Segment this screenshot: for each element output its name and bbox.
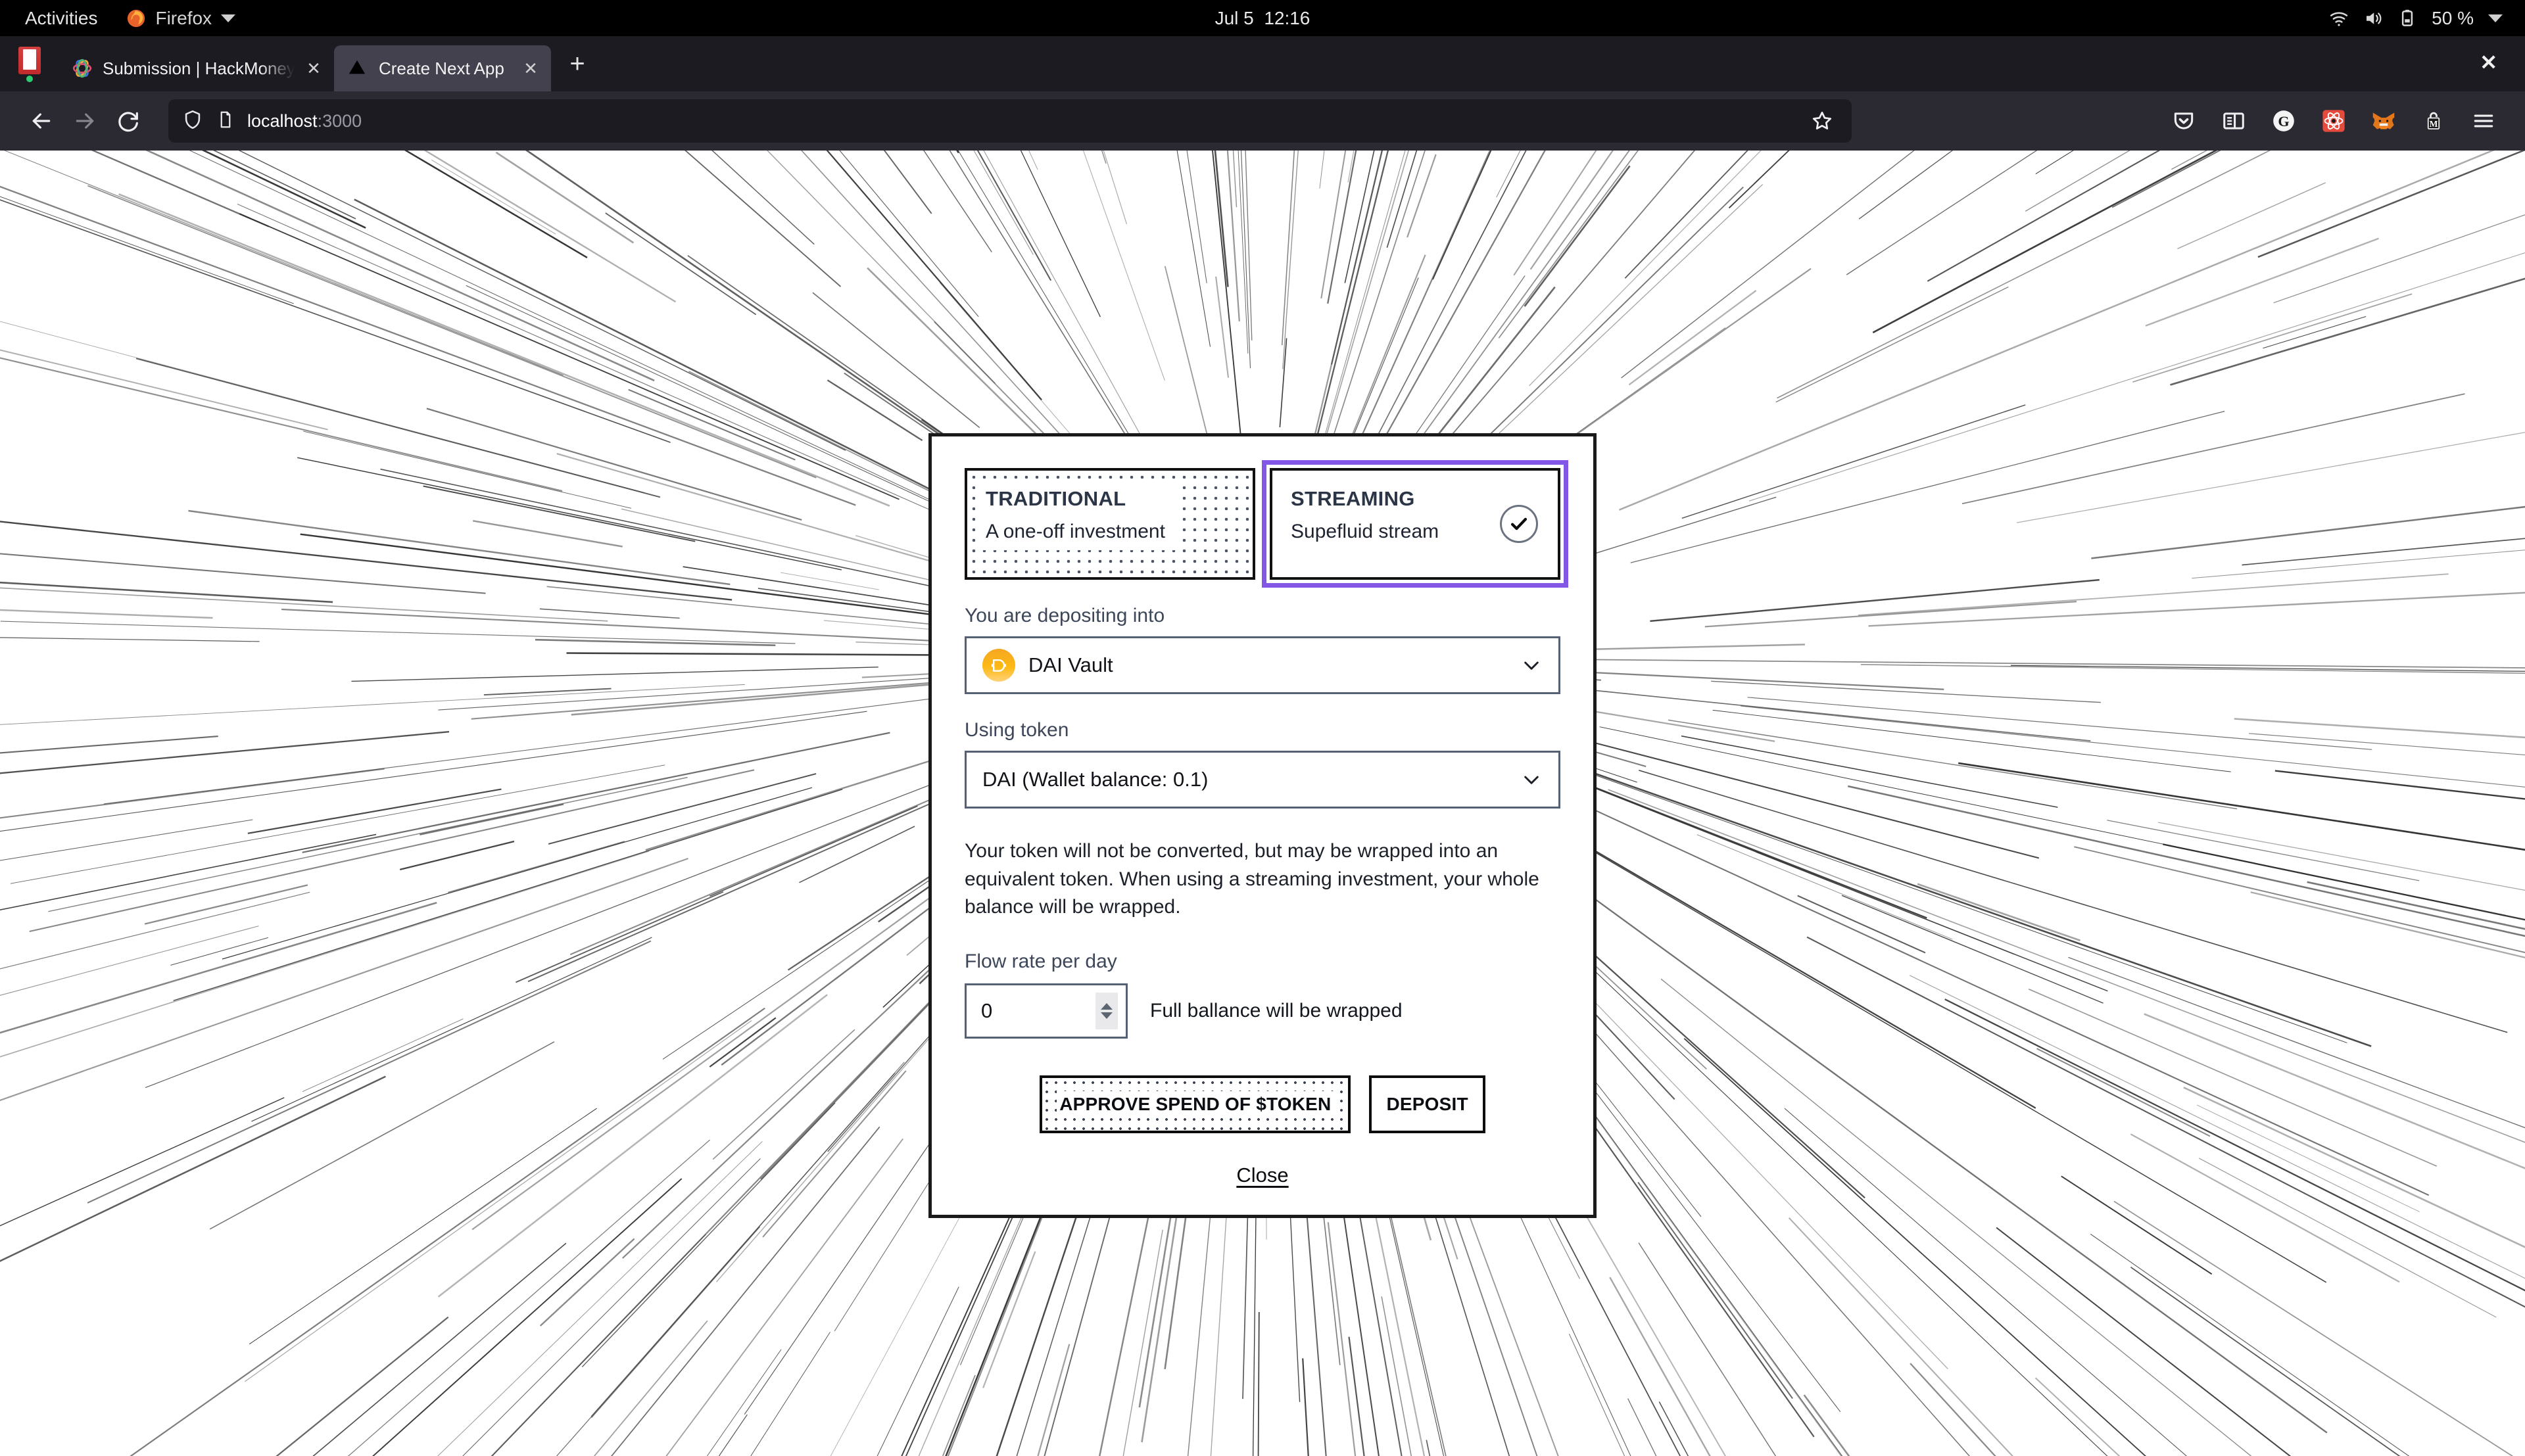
vercel-triangle-icon [347,57,370,80]
app-menu-label: Firefox [155,8,212,29]
svg-text:G: G [2278,113,2289,129]
tab-close-button[interactable]: ✕ [521,60,541,77]
svg-text:M: M [2430,119,2438,129]
shield-icon[interactable] [181,108,204,134]
firefox-window: Submission | HackMoney 2 ✕ Create Next A… [0,36,2525,1420]
deposit-modal: TRADITIONAL A one-off investment STREAMI… [928,433,1597,1218]
react-devtools-icon[interactable] [2317,105,2350,137]
ethglobal-icon [71,57,93,80]
system-top-bar: Activities Firefox Jul 5 12:16 [0,0,2525,36]
system-status-area[interactable]: 50 % [2329,0,2503,36]
back-button[interactable] [20,99,63,143]
sidebar-icon[interactable] [2217,105,2250,137]
url-text[interactable]: localhost:3000 [247,111,362,131]
pocket-icon[interactable] [2167,105,2200,137]
grammarly-icon[interactable]: G [2267,105,2300,137]
tab-close-button[interactable]: ✕ [304,60,324,77]
option-subtitle: Supefluid stream [1291,521,1439,542]
bookmark-star-icon[interactable] [1806,105,1839,137]
wrap-explanation-text: Your token will not be converted, but ma… [965,837,1560,922]
metamask-icon[interactable] [2367,105,2400,137]
flow-rate-hint: Full ballance will be wrapped [1150,1000,1403,1022]
tab-title: Submission | HackMoney 2 [103,59,295,79]
activities-button[interactable]: Activities [25,8,97,29]
investment-type-options: TRADITIONAL A one-off investment STREAMI… [965,468,1560,580]
option-card-streaming[interactable]: STREAMING Supefluid stream [1270,468,1560,580]
stepper-up-icon[interactable] [1101,1003,1113,1010]
flow-rate-input[interactable]: 0 [965,983,1128,1039]
deposit-button[interactable]: DEPOSIT [1369,1075,1485,1133]
forward-button[interactable] [63,99,107,143]
stepper-down-icon[interactable] [1101,1012,1113,1019]
token-value: DAI (Wallet balance: 0.1) [982,768,1208,791]
option-title: STREAMING [1291,488,1439,510]
firefox-icon [126,9,146,28]
battery-icon [2397,9,2417,28]
token-field-label: Using token [965,719,1560,741]
medium-icon[interactable]: M [2417,105,2450,137]
url-bar[interactable]: localhost:3000 [168,99,1852,143]
tab-submission-hackmoney[interactable]: Submission | HackMoney 2 ✕ [58,45,334,91]
tab-title: Create Next App [379,59,504,79]
number-stepper[interactable] [1095,993,1118,1029]
close-link[interactable]: Close [965,1163,1560,1187]
status-chevron-down-icon [2488,14,2503,22]
window-close-button[interactable]: ✕ [2480,52,2497,73]
app-menu-firefox[interactable]: Firefox [126,8,235,29]
battery-percentage: 50 % [2432,8,2474,29]
navigation-toolbar: localhost:3000 [0,91,2525,151]
chevron-down-icon [1520,654,1543,676]
app-indicator-icon [18,47,41,82]
option-title: TRADITIONAL [986,488,1165,510]
vault-select[interactable]: DAI Vault [965,636,1560,694]
page-content: TRADITIONAL A one-off investment STREAMI… [0,151,2525,1456]
check-circle-icon [1500,505,1538,543]
token-select[interactable]: DAI (Wallet balance: 0.1) [965,751,1560,809]
reload-button[interactable] [107,99,150,143]
url-host: localhost [247,111,318,131]
flow-rate-label: Flow rate per day [965,951,1560,973]
dai-coin-icon [982,649,1015,682]
tab-create-next-app[interactable]: Create Next App ✕ [334,45,551,91]
deposit-label: DEPOSIT [1386,1095,1468,1114]
page-info-icon[interactable] [216,110,235,133]
flow-rate-value: 0 [981,999,992,1023]
url-port: :3000 [318,111,362,131]
volume-icon [2363,9,2383,28]
option-subtitle: A one-off investment [986,521,1165,542]
extensions-toolbar: G [2167,105,2505,137]
vault-value: DAI Vault [1028,653,1113,677]
new-tab-button[interactable]: + [564,51,590,77]
approve-spend-label: APPROVE SPEND OF $TOKEN [1057,1091,1334,1117]
modal-actions: APPROVE SPEND OF $TOKEN DEPOSIT [965,1075,1560,1133]
vault-field-label: You are depositing into [965,605,1560,627]
wifi-icon [2329,9,2349,28]
chevron-down-icon [221,14,235,22]
hamburger-menu-icon[interactable] [2467,105,2500,137]
option-card-traditional[interactable]: TRADITIONAL A one-off investment [965,468,1255,580]
approve-spend-button[interactable]: APPROVE SPEND OF $TOKEN [1040,1075,1351,1133]
system-clock[interactable]: Jul 5 12:16 [1215,8,1311,29]
chevron-down-icon [1520,768,1543,791]
close-link-label: Close [1236,1163,1288,1186]
tab-strip: Submission | HackMoney 2 ✕ Create Next A… [0,36,2525,91]
